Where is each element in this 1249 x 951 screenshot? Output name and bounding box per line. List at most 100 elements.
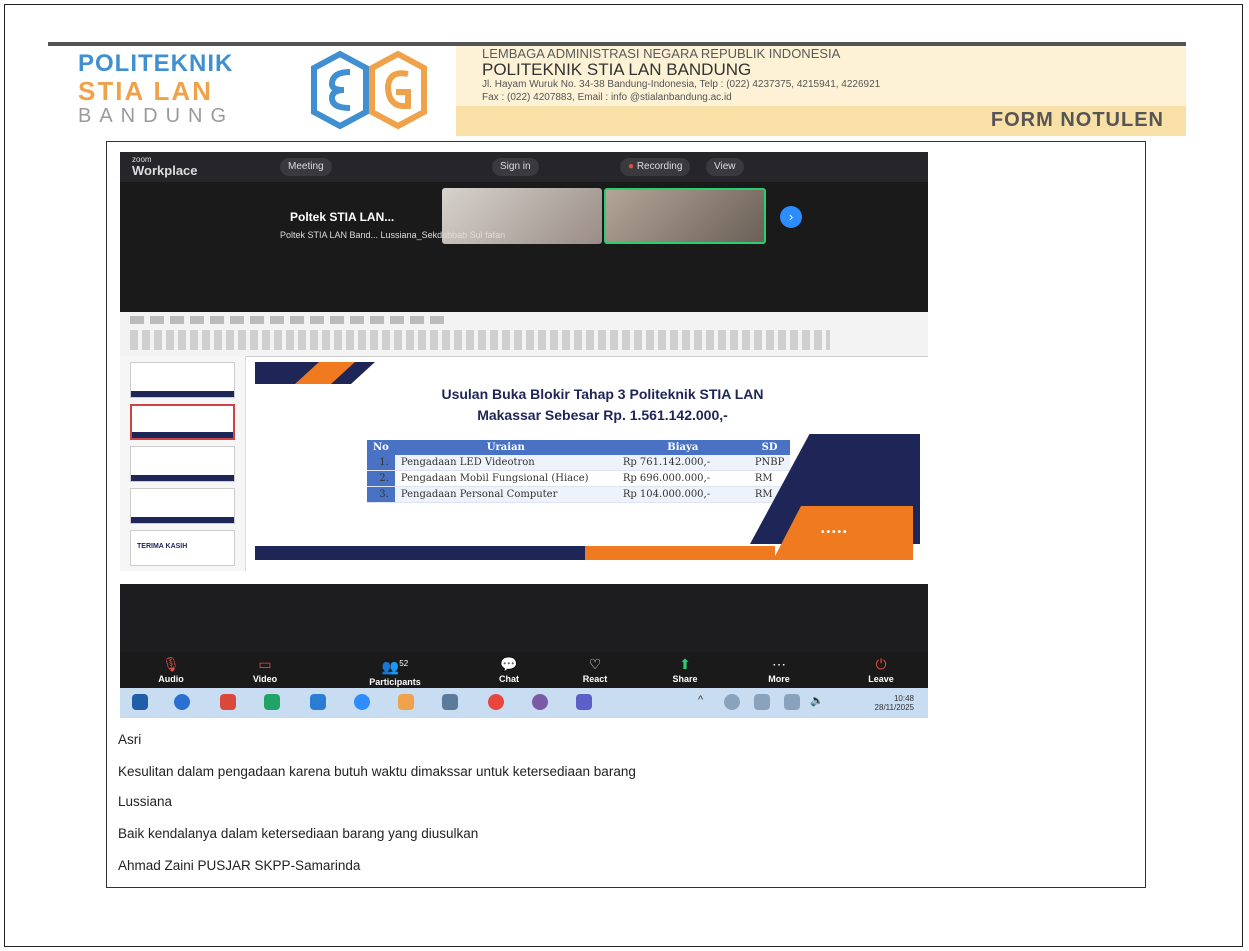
recording-label: Recording — [636, 161, 683, 172]
logo-text: POLITEKNIK STIA LAN BANDUNG — [78, 50, 235, 127]
volume-icon[interactable]: 🔈 — [810, 694, 826, 710]
cell-biaya: Rp 104.000.000,- — [616, 486, 749, 503]
audio-label: Audio — [158, 674, 184, 684]
note-speaker-3: Ahmad Zaini PUSJAR SKPP-Samarinda — [118, 858, 361, 873]
th-biaya: Biaya — [616, 440, 749, 455]
note-speaker-2: Lussiana — [118, 794, 173, 809]
share-icon: ⬆ — [679, 656, 691, 672]
leave-label: Leave — [868, 674, 894, 684]
battery-icon[interactable] — [754, 694, 770, 710]
office-app-icon[interactable] — [220, 694, 236, 710]
slide-thumbnail-selected[interactable] — [130, 404, 235, 440]
slide-thumbnail[interactable]: TERIMA KASIH — [130, 530, 235, 566]
clock-time: 10:48 — [893, 694, 914, 703]
microphone-muted-icon: 🎙 — [162, 656, 180, 672]
table-row: 1. Pengadaan LED Videotron Rp 761.142.00… — [367, 455, 791, 471]
start-icon[interactable] — [132, 694, 148, 710]
slide-title-line-2: Makassar Sebesar Rp. 1.561.142.000,- — [477, 407, 728, 423]
outlook-icon[interactable] — [310, 694, 326, 710]
cell-biaya: Rp 696.000.000,- — [616, 470, 749, 487]
slide-title-line-1: Usulan Buka Blokir Tahap 3 Politeknik ST… — [441, 386, 764, 402]
host-name: Poltek STIA LAN... — [290, 210, 395, 224]
chrome-icon[interactable] — [488, 694, 504, 710]
budget-table: No Uraian Biaya SD 1. Pengadaan LED Vide… — [367, 440, 791, 503]
meeting-button[interactable]: Meeting — [280, 158, 332, 176]
zoom-app-name: zoom Workplace — [132, 156, 198, 178]
audio-button[interactable]: 🎙 Audio — [136, 654, 206, 684]
browser-icon[interactable] — [532, 694, 548, 710]
note-text-1: Kesulitan dalam pengadaan karena butuh w… — [118, 764, 636, 779]
contact-line: Fax : (022) 4207883, Email : info @stial… — [482, 92, 732, 103]
sign-in-button[interactable]: Sign in — [492, 158, 539, 176]
more-label: More — [768, 674, 790, 684]
th-no: No — [367, 440, 395, 455]
view-button[interactable]: View — [706, 158, 744, 176]
video-button[interactable]: ▭ Video — [230, 654, 300, 684]
institution-logo-icon — [311, 50, 427, 130]
cell-uraian: Pengadaan LED Videotron — [394, 455, 617, 471]
react-button[interactable]: ♡ React — [560, 654, 630, 684]
calculator-icon[interactable] — [442, 694, 458, 710]
taskbar-clock[interactable]: 10:48 28/11/2025 — [875, 694, 914, 712]
slide-deco-navy-bottom — [255, 546, 585, 560]
tray-chevron-icon[interactable]: ^ — [698, 694, 714, 710]
leave-button[interactable]: ⏻ Leave — [846, 654, 916, 684]
chat-button[interactable]: 💬 Chat — [474, 654, 544, 684]
teams-icon[interactable] — [576, 694, 592, 710]
view-label: View — [714, 161, 736, 172]
zoom-workplace-label: Workplace — [132, 163, 198, 178]
cell-uraian: Pengadaan Personal Computer — [394, 486, 617, 503]
video-label: Video — [252, 674, 278, 684]
share-label: Share — [672, 674, 698, 684]
recording-indicator[interactable]: ● Recording — [620, 158, 691, 176]
cell-biaya: Rp 761.142.000,- — [616, 455, 749, 471]
network-icon[interactable] — [784, 694, 800, 710]
clock-date: 28/11/2025 — [874, 703, 914, 712]
files-icon[interactable] — [398, 694, 414, 710]
participants-icon: 👥52 — [381, 658, 409, 675]
thumb-label: TERIMA KASIH — [137, 543, 188, 550]
logo-line-3: BANDUNG — [78, 105, 235, 127]
more-button[interactable]: ⋯ More — [744, 654, 814, 684]
hp-app-icon[interactable] — [174, 694, 190, 710]
meeting-screenshot: zoom Workplace Meeting Sign in ● Recordi… — [120, 152, 928, 718]
logo-line-2: STIA LAN — [78, 76, 213, 106]
zoom-title-bar: zoom Workplace Meeting Sign in ● Recordi… — [120, 152, 928, 182]
cell-no: 1. — [367, 455, 395, 471]
participants-button[interactable]: 👥52 Participants — [360, 654, 430, 687]
slide-thumbnail[interactable] — [130, 488, 235, 524]
note-text-2: Baik kendalanya dalam ketersediaan baran… — [118, 826, 479, 841]
cell-no: 3. — [367, 486, 395, 503]
shared-screen-powerpoint: TERIMA KASIH Usulan Buka Blokir Tahap 3 … — [120, 312, 928, 584]
slide-deco-orange-bottom — [585, 546, 775, 560]
letterhead: POLITEKNIK STIA LAN BANDUNG LEMBAGA ADMI… — [48, 42, 1186, 137]
slide-thumbnail-panel: TERIMA KASIH — [120, 356, 246, 571]
next-page-icon[interactable]: › — [780, 206, 802, 228]
logo-line-1: POLITEKNIK — [78, 50, 234, 77]
share-button[interactable]: ⬆ Share — [650, 654, 720, 684]
more-icon: ⋯ — [772, 656, 786, 672]
note-speaker-1: Asri — [118, 732, 142, 747]
table-row: 2. Pengadaan Mobil Fungsional (Hiace) Rp… — [367, 470, 791, 487]
excel-icon[interactable] — [264, 694, 280, 710]
zoom-taskbar-icon[interactable] — [354, 694, 370, 710]
participants-label: Participants — [369, 676, 421, 687]
slide-thumbnail[interactable] — [130, 362, 235, 398]
cell-uraian: Pengadaan Mobil Fungsional (Hiace) — [394, 470, 617, 487]
meeting-label: Meeting — [288, 161, 324, 172]
leave-icon: ⏻ — [875, 656, 887, 672]
video-tile-active-speaker[interactable] — [604, 188, 766, 244]
sign-in-label: Sign in — [500, 161, 531, 172]
slide-thumbnail[interactable] — [130, 446, 235, 482]
cell-sd: PNBP — [748, 455, 791, 471]
slide-title: Usulan Buka Blokir Tahap 3 Politeknik ST… — [355, 384, 850, 426]
letterhead-info-panel: LEMBAGA ADMINISTRASI NEGARA REPUBLIK IND… — [456, 46, 1186, 136]
address-line: Jl. Hayam Wuruk No. 34-38 Bandung-Indone… — [482, 79, 881, 90]
tray-app-icon[interactable] — [724, 694, 740, 710]
camera-off-icon: ▭ — [258, 656, 272, 672]
ppt-ribbon-tools — [130, 330, 830, 350]
institution-name: POLITEKNIK STIA LAN BANDUNG — [482, 60, 752, 79]
cell-no: 2. — [367, 470, 395, 487]
heart-icon: ♡ — [588, 656, 602, 672]
ppt-ribbon-tabs — [130, 316, 450, 324]
